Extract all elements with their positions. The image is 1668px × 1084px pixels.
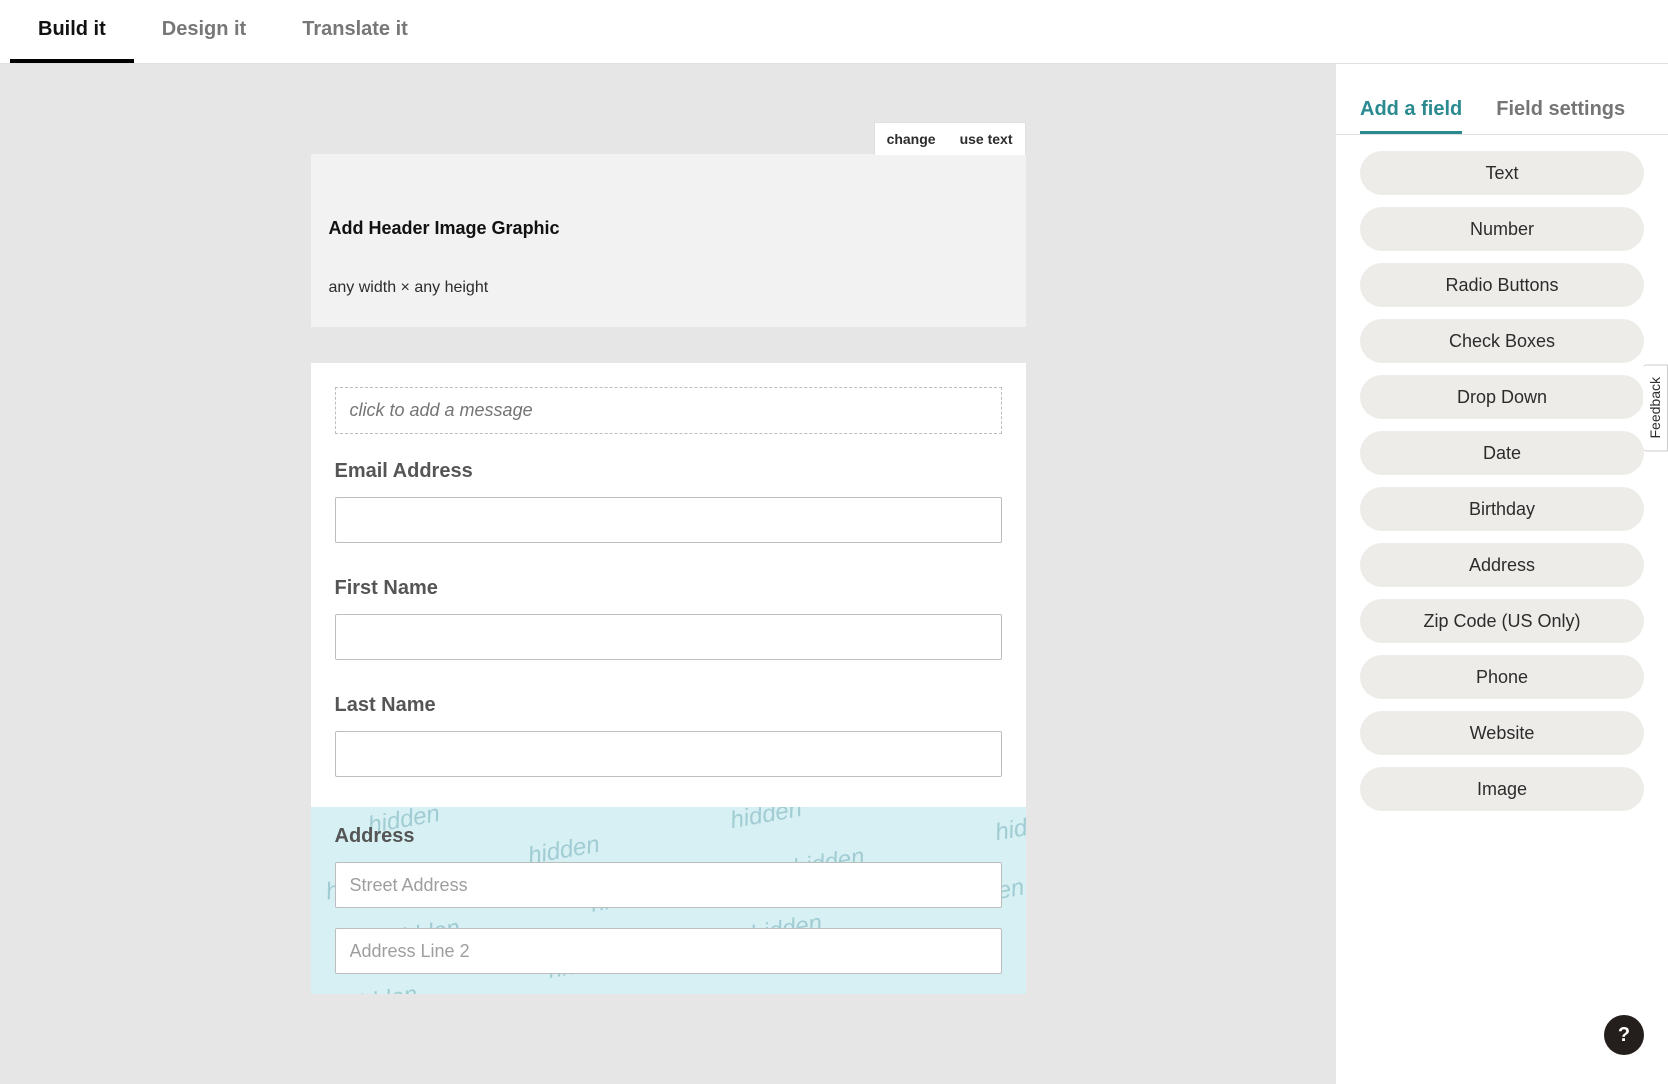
feedback-tab[interactable]: Feedback [1643,364,1668,451]
field-type-date[interactable]: Date [1360,431,1644,475]
field-type-phone[interactable]: Phone [1360,655,1644,699]
tab-translate[interactable]: Translate it [274,0,436,63]
message-area[interactable]: click to add a message [335,387,1002,434]
email-label: Email Address [335,460,1002,483]
field-type-list: Text Number Radio Buttons Check Boxes Dr… [1336,135,1668,811]
field-type-radio[interactable]: Radio Buttons [1360,263,1644,307]
change-button[interactable]: change [875,125,948,153]
tab-design[interactable]: Design it [134,0,274,63]
field-type-dropdown[interactable]: Drop Down [1360,375,1644,419]
help-button[interactable]: ? [1604,1015,1644,1055]
field-type-zip[interactable]: Zip Code (US Only) [1360,599,1644,643]
email-input[interactable] [335,497,1002,543]
header-image-block[interactable]: change use text Add Header Image Graphic… [311,154,1026,327]
field-type-image[interactable]: Image [1360,767,1644,811]
field-type-address[interactable]: Address [1360,543,1644,587]
form-inner: click to add a message Email Address Fir… [311,387,1026,807]
form-canvas: change use text Add Header Image Graphic… [0,64,1336,1084]
address-section[interactable]: hidden hidden hidden hidden hidden hidde… [311,807,1026,994]
field-type-website[interactable]: Website [1360,711,1644,755]
tab-build[interactable]: Build it [10,0,134,63]
field-type-birthday[interactable]: Birthday [1360,487,1644,531]
first-name-label: First Name [335,577,1002,600]
last-name-label: Last Name [335,694,1002,717]
top-tabs: Build it Design it Translate it [0,0,1668,64]
use-text-button[interactable]: use text [948,125,1025,153]
header-subtitle: any width × any height [329,279,1008,297]
sidebar: Add a field Field settings Text Number R… [1336,64,1668,1084]
sidebar-tabs: Add a field Field settings [1336,88,1668,135]
header-actions: change use text [874,122,1026,155]
main: change use text Add Header Image Graphic… [0,64,1668,1084]
address-label: Address [335,825,1002,848]
last-name-input[interactable] [335,731,1002,777]
form-block: click to add a message Email Address Fir… [311,363,1026,994]
field-type-checkbox[interactable]: Check Boxes [1360,319,1644,363]
street-input[interactable] [335,862,1002,908]
tab-field-settings[interactable]: Field settings [1496,88,1625,134]
field-type-text[interactable]: Text [1360,151,1644,195]
address-line2-input[interactable] [335,928,1002,974]
tab-add-field[interactable]: Add a field [1360,88,1462,134]
first-name-input[interactable] [335,614,1002,660]
header-title: Add Header Image Graphic [329,218,1008,239]
field-type-number[interactable]: Number [1360,207,1644,251]
